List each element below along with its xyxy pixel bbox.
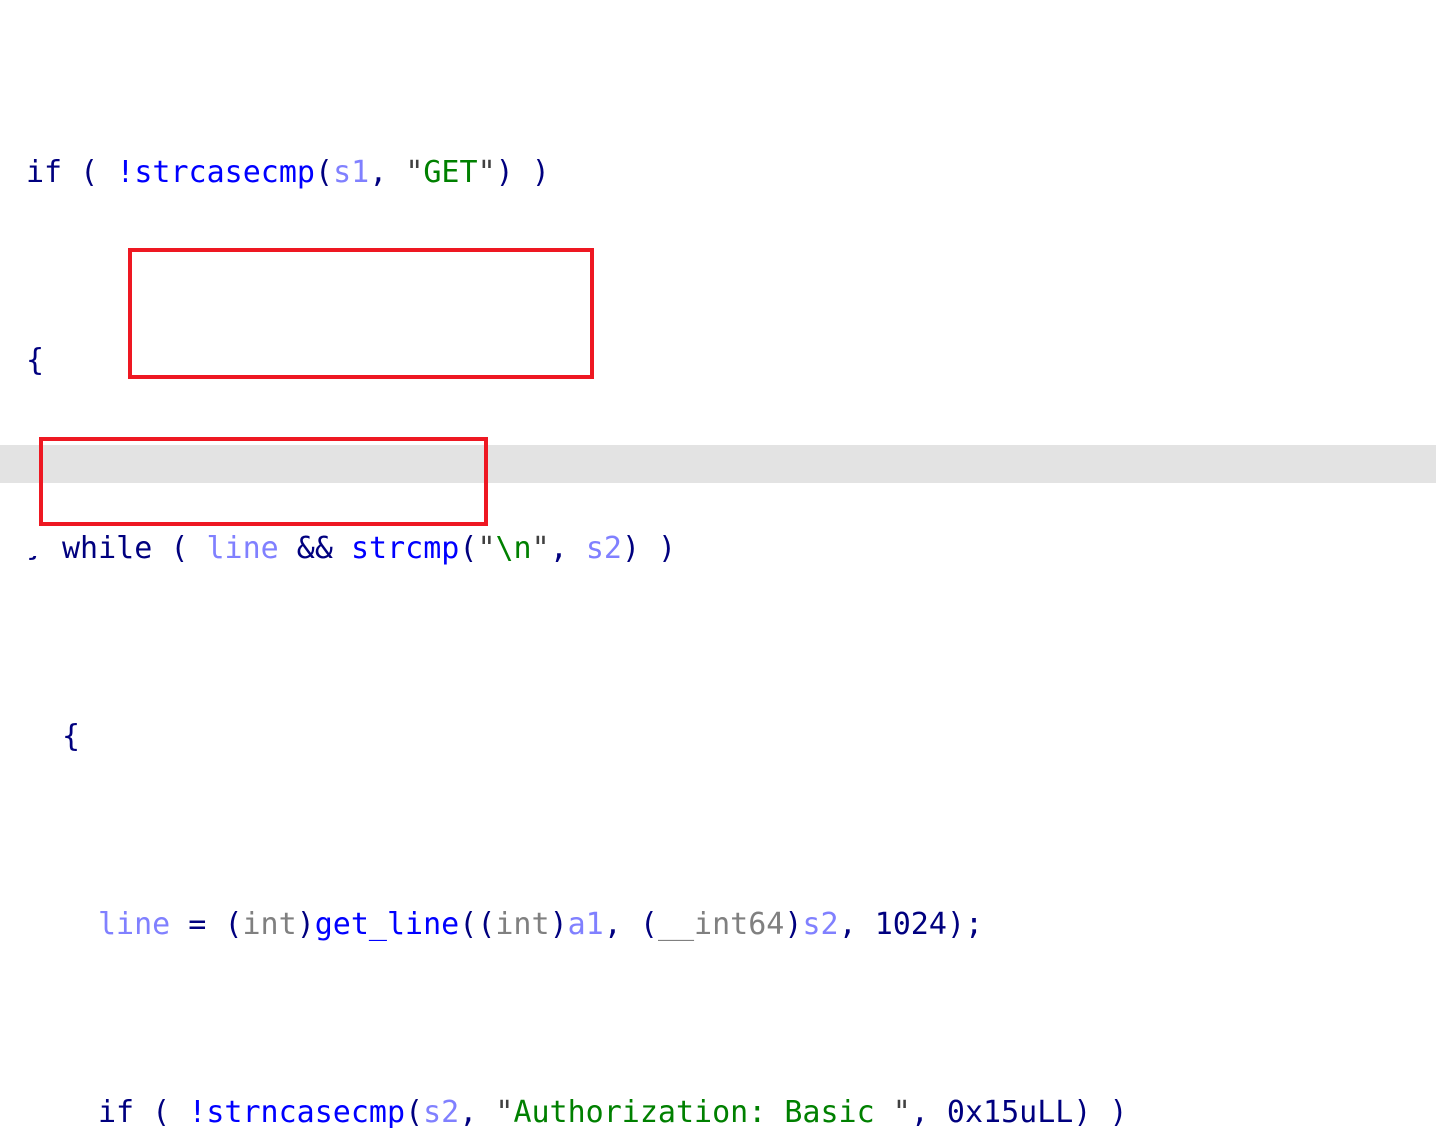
- token-comma: ,: [369, 155, 406, 191]
- token-string-newline: \n: [495, 531, 532, 567]
- code-listing[interactable]: if ( !strcasecmp(s1, "GET") ) { while ( …: [0, 0, 1128, 1128]
- decompiler-pseudocode-view[interactable]: if ( !strcasecmp(s1, "GET") ) { while ( …: [0, 0, 1436, 1128]
- token-comma: ,: [603, 907, 640, 943]
- token-string-get: GET: [423, 155, 478, 191]
- token-cast-rparen: ): [296, 907, 315, 943]
- token-quote-open: ": [477, 531, 496, 567]
- token-variable-s2[interactable]: s2: [423, 1095, 459, 1128]
- token-type-int: int: [495, 907, 550, 943]
- token-lparen: (: [459, 907, 478, 943]
- token-lparen: (: [405, 1095, 424, 1128]
- token-function-strcasecmp[interactable]: !strcasecmp: [116, 155, 315, 190]
- code-line[interactable]: line = (int)get_line((int)a1, (__int64)s…: [0, 906, 1128, 944]
- token-punctuation-close: );: [946, 907, 984, 943]
- token-quote-close: ": [477, 155, 496, 191]
- token-variable-s2[interactable]: s2: [802, 907, 838, 942]
- token-quote-open: ": [405, 155, 424, 191]
- token-variable-s2[interactable]: s2: [586, 531, 622, 566]
- token-quote-open: ": [495, 1095, 514, 1128]
- token-variable-s1[interactable]: s1: [333, 155, 369, 190]
- token-function-strcmp[interactable]: strcmp: [351, 531, 459, 566]
- token-cast-rparen: ): [784, 907, 803, 943]
- token-string-authorization: Authorization: Basic: [513, 1095, 893, 1128]
- token-brace-open: {: [26, 343, 45, 379]
- token-punctuation-close: ) ): [1073, 1095, 1128, 1128]
- token-brace-open: {: [62, 719, 81, 755]
- token-variable-line[interactable]: line: [98, 907, 170, 942]
- token-comma: ,: [549, 531, 586, 567]
- token-number-1024: 1024: [874, 907, 947, 943]
- token-operator-and: &&: [278, 531, 351, 567]
- token-type-int: int: [242, 907, 297, 943]
- code-line[interactable]: if ( !strcasecmp(s1, "GET") ): [0, 154, 1128, 192]
- token-punctuation: (: [152, 531, 207, 567]
- token-lparen: (: [459, 531, 478, 567]
- token-punctuation: (: [62, 155, 117, 191]
- token-type-int64: __int64: [657, 907, 785, 943]
- token-operator-assign: =: [170, 907, 225, 943]
- token-punctuation-close: ) ): [621, 531, 677, 567]
- token-punctuation: (: [134, 1095, 189, 1128]
- token-quote-close: ": [531, 531, 550, 567]
- token-variable-line[interactable]: line: [207, 531, 279, 566]
- token-comma: ,: [459, 1095, 496, 1128]
- token-comma: ,: [838, 907, 875, 943]
- token-comma: ,: [910, 1095, 947, 1128]
- token-function-strncasecmp[interactable]: !strncasecmp: [188, 1095, 405, 1128]
- token-variable-a1[interactable]: a1: [568, 907, 604, 942]
- token-cast-lparen: (: [224, 907, 243, 943]
- token-lparen: (: [315, 155, 334, 191]
- code-line[interactable]: if ( !strncasecmp(s2, "Authorization: Ba…: [0, 1094, 1128, 1128]
- token-keyword-if: if: [26, 155, 63, 191]
- token-punctuation-close: ) ): [495, 155, 550, 191]
- token-cast-lparen: (: [639, 907, 658, 943]
- token-quote-close: ": [892, 1095, 911, 1128]
- token-function-get-line[interactable]: get_line: [315, 907, 460, 942]
- code-line[interactable]: {: [0, 718, 1128, 756]
- token-number-0x15ull: 0x15uLL: [946, 1095, 1074, 1128]
- token-keyword-while: while: [62, 531, 153, 567]
- token-cast-rparen: ): [549, 907, 568, 943]
- token-keyword-if: if: [98, 1095, 135, 1128]
- token-cast-lparen: (: [477, 907, 496, 943]
- code-line[interactable]: {: [0, 342, 1128, 380]
- code-line[interactable]: while ( line && strcmp("\n", s2) ): [0, 530, 1128, 568]
